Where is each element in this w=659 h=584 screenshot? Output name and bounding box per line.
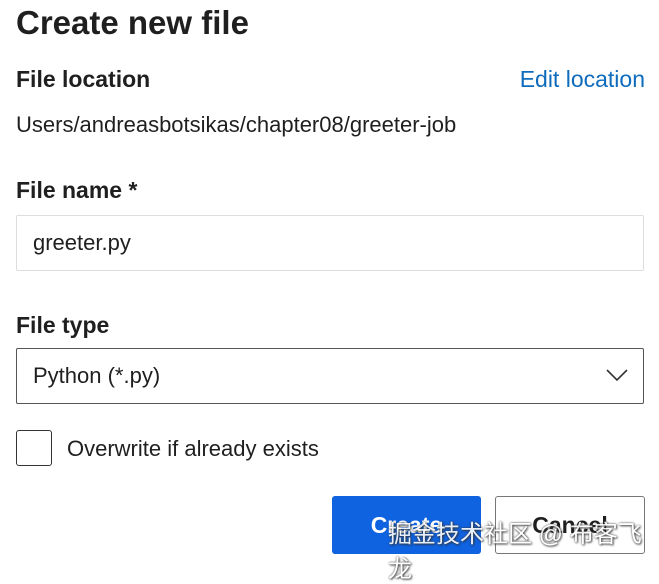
file-name-label: File name *: [16, 177, 138, 203]
file-type-value: Python (*.py): [33, 363, 161, 388]
dialog-title: Create new file: [16, 4, 249, 41]
file-location-label: File location: [16, 66, 151, 92]
edit-location-link[interactable]: Edit location: [520, 66, 645, 93]
file-name-input[interactable]: greeter.py: [16, 215, 644, 271]
chevron-down-icon: [606, 369, 628, 382]
file-type-label: File type: [16, 312, 110, 338]
location-path: Users/andreasbotsikas/chapter08/greeter-…: [16, 112, 457, 137]
watermark: 掘金技术社区 @ 布客飞龙: [388, 521, 642, 583]
overwrite-checkbox[interactable]: [16, 430, 52, 466]
overwrite-label: Overwrite if already exists: [67, 436, 319, 461]
file-type-select[interactable]: Python (*.py): [16, 348, 644, 404]
